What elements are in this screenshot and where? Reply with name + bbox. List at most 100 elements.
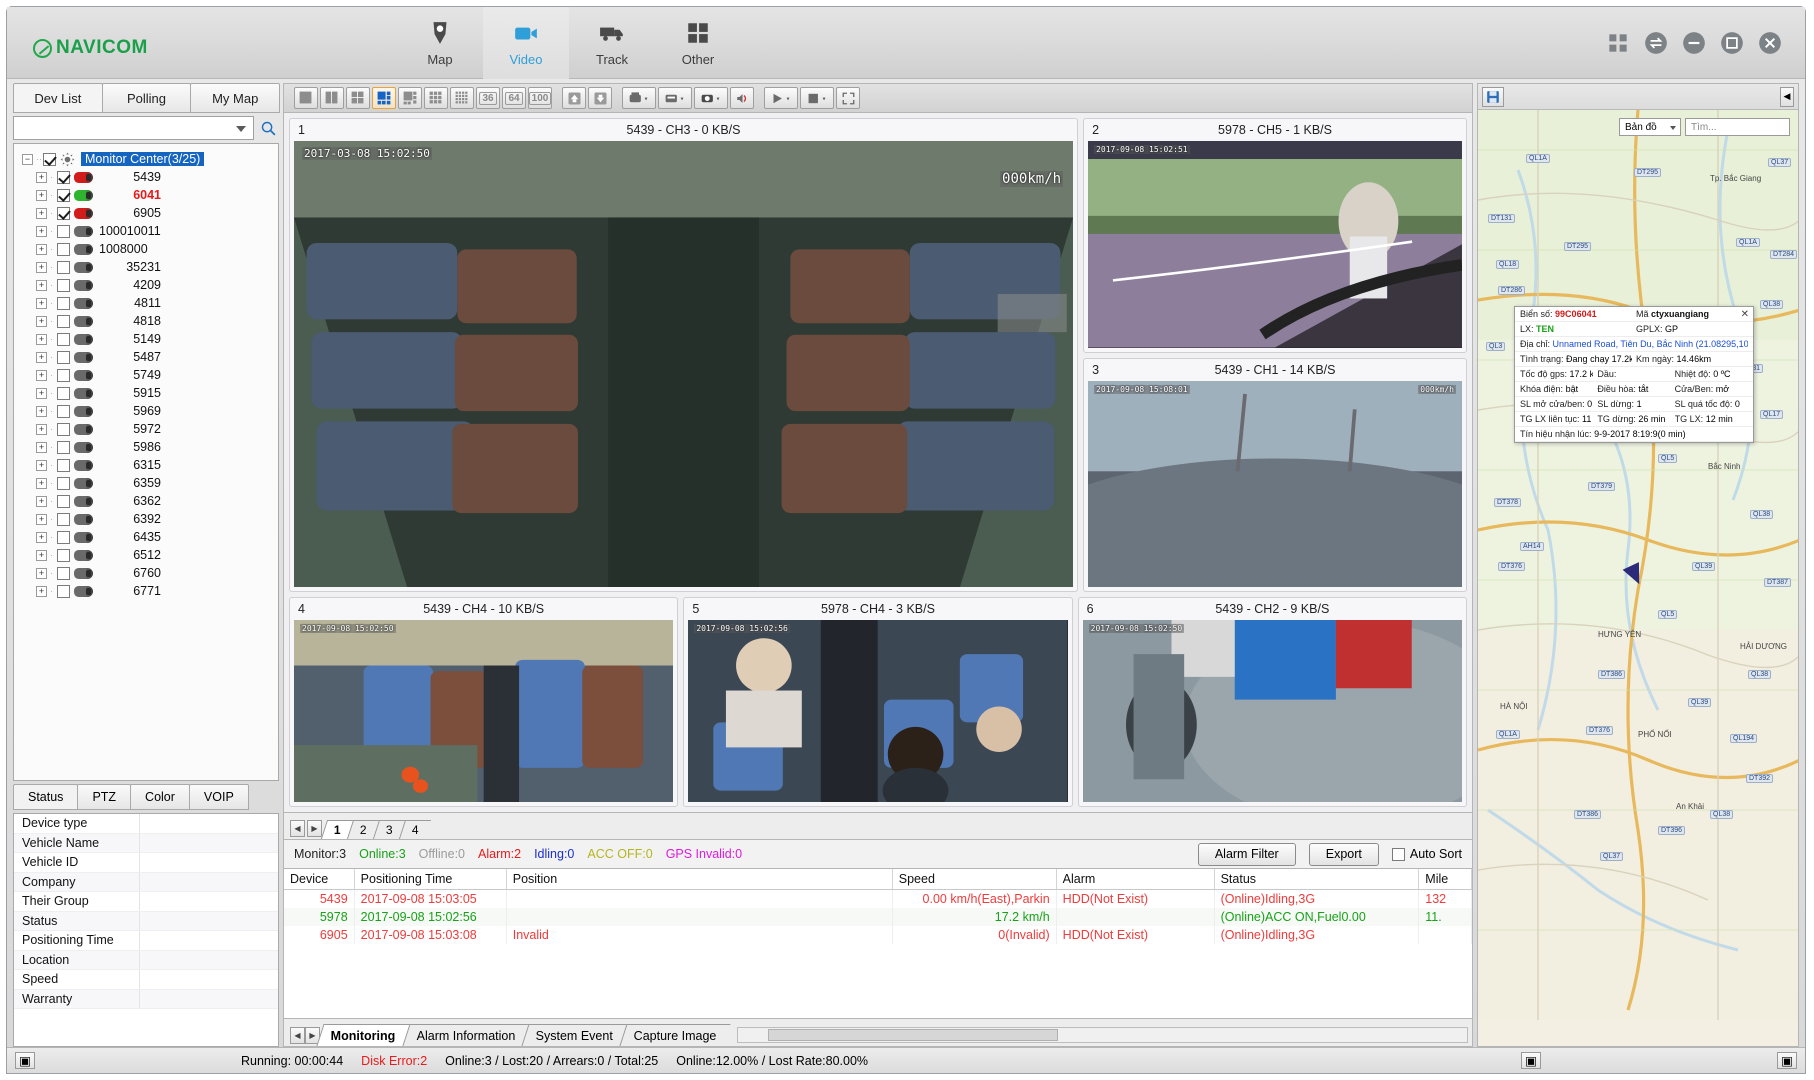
expand-icon[interactable]: + — [36, 298, 47, 309]
video-panel-4[interactable]: 4 5439 - CH4 - 10 KB/S — [289, 597, 678, 807]
table-col-alarm[interactable]: Alarm — [1056, 869, 1214, 890]
tree-item-checkbox[interactable] — [57, 387, 70, 400]
expand-icon[interactable]: + — [36, 316, 47, 327]
bottom-tab-system-event[interactable]: System Event — [522, 1024, 627, 1046]
tree-item-checkbox[interactable] — [57, 243, 70, 256]
tree-item-checkbox[interactable] — [57, 477, 70, 490]
layout-9-button[interactable] — [424, 87, 448, 109]
expand-icon[interactable]: + — [36, 496, 47, 507]
close-icon[interactable] — [1757, 30, 1783, 56]
tree-item-5972[interactable]: + · 5972 — [22, 420, 276, 438]
tree-item-6771[interactable]: + · 6771 — [22, 582, 276, 600]
video-panel-1[interactable]: 1 5439 - CH3 - 0 KB/S — [289, 118, 1078, 592]
save-icon[interactable] — [1482, 87, 1504, 107]
tree-item-6359[interactable]: + · 6359 — [22, 474, 276, 492]
tree-item-5439[interactable]: + · 5439 — [22, 168, 276, 186]
layout-64-button[interactable]: 64 — [502, 87, 526, 109]
snapshot-button[interactable] — [694, 87, 728, 109]
expand-icon[interactable]: + — [36, 370, 47, 381]
layout-8-button[interactable] — [398, 87, 422, 109]
expand-icon[interactable]: + — [36, 514, 47, 525]
tree-item-checkbox[interactable] — [57, 351, 70, 364]
video-panel-6[interactable]: 6 5439 - CH2 - 9 KB/S — [1078, 597, 1467, 807]
expand-icon[interactable]: + — [36, 280, 47, 291]
tree-item-checkbox[interactable] — [57, 171, 70, 184]
layout-1-button[interactable] — [294, 87, 318, 109]
chevron-down-icon[interactable] — [236, 126, 246, 132]
expand-icon[interactable]: + — [36, 424, 47, 435]
nav-tab-map[interactable]: Map — [397, 7, 483, 79]
tree-item-1008000[interactable]: + · 1008000 — [22, 240, 276, 258]
playback-button[interactable] — [658, 87, 692, 109]
footer-left-toggle-icon[interactable]: ▣ — [15, 1052, 35, 1069]
tree-item-checkbox[interactable] — [57, 549, 70, 562]
table-row[interactable]: 59782017-09-08 15:02:5617.2 km/h(Online)… — [284, 908, 1472, 926]
tree-item-checkbox[interactable] — [57, 225, 70, 238]
map-type-selector[interactable]: Bản đồ — [1619, 118, 1681, 136]
video-panel-1-stream[interactable]: 2017-03-08 15:02:50 000km/h — [294, 141, 1073, 587]
tree-item-checkbox[interactable] — [57, 207, 70, 220]
footer-right-toggle-icon[interactable]: ▣ — [1777, 1052, 1797, 1069]
minimize-icon[interactable] — [1681, 30, 1707, 56]
tree-item-checkbox[interactable] — [57, 333, 70, 346]
audio-button[interactable] — [730, 87, 754, 109]
bottom-tab-capture-image[interactable]: Capture Image — [620, 1024, 731, 1046]
tree-item-checkbox[interactable] — [57, 279, 70, 292]
video-panel-3[interactable]: 3 5439 - CH1 - 14 KB/S — [1083, 358, 1467, 593]
tree-root-row[interactable]: − ·· Monitor Center(3/25) — [22, 150, 276, 168]
video-panel-5[interactable]: 5 5978 - CH4 - 3 KB/S — [683, 597, 1072, 807]
nav-tab-video[interactable]: Video — [483, 7, 569, 79]
tree-item-5749[interactable]: + · 5749 — [22, 366, 276, 384]
search-icon[interactable] — [257, 117, 279, 139]
restore-icon[interactable] — [1719, 30, 1745, 56]
table-col-mile[interactable]: Mile — [1419, 869, 1472, 890]
tree-item-6362[interactable]: + · 6362 — [22, 492, 276, 510]
map-view[interactable]: Bản đồ Tìm... QL1ADT295QL37QL18DT286DT29… — [1478, 110, 1798, 1046]
tab-voip[interactable]: VOIP — [189, 784, 249, 810]
expand-icon[interactable]: + — [36, 406, 47, 417]
expand-icon[interactable]: + — [36, 208, 47, 219]
expand-icon[interactable]: + — [36, 334, 47, 345]
table-col-position[interactable]: Position — [506, 869, 892, 890]
scrollbar-thumb[interactable] — [768, 1029, 1058, 1041]
tree-item-checkbox[interactable] — [57, 441, 70, 454]
layout-16-button[interactable] — [450, 87, 474, 109]
table-row[interactable]: 69052017-09-08 15:03:08Invalid0(Invalid)… — [284, 926, 1472, 944]
tree-item-35231[interactable]: + · 35231 — [22, 258, 276, 276]
tree-item-checkbox[interactable] — [57, 423, 70, 436]
video-panel-5-stream[interactable]: 2017-09-08 15:02:56 — [688, 620, 1067, 802]
expand-icon[interactable]: + — [36, 442, 47, 453]
expand-icon[interactable]: + — [36, 388, 47, 399]
expand-icon[interactable]: + — [36, 460, 47, 471]
tree-item-4811[interactable]: + · 4811 — [22, 294, 276, 312]
tree-item-checkbox[interactable] — [57, 405, 70, 418]
nav-tab-other[interactable]: Other — [655, 7, 741, 79]
tab-ptz[interactable]: PTZ — [77, 784, 131, 810]
tree-item-6760[interactable]: + · 6760 — [22, 564, 276, 582]
tree-item-100010011[interactable]: + · 100010011 — [22, 222, 276, 240]
tree-item-checkbox[interactable] — [57, 189, 70, 202]
stop-button[interactable] — [800, 87, 834, 109]
bottom-tab-prev-icon[interactable]: ◀ — [290, 1027, 305, 1044]
auto-sort-toggle[interactable]: Auto Sort — [1392, 847, 1462, 861]
layout-100-button[interactable]: 100 — [528, 87, 552, 109]
expand-icon[interactable]: + — [36, 190, 47, 201]
bottom-tab-alarm-information[interactable]: Alarm Information — [402, 1024, 529, 1046]
tree-item-6392[interactable]: + · 6392 — [22, 510, 276, 528]
video-panel-2-stream[interactable]: 2017-09-08 15:02:51 — [1088, 141, 1462, 348]
video-panel-3-stream[interactable]: 2017-09-08 15:08:01 000km/h — [1088, 381, 1462, 588]
table-row[interactable]: 54392017-09-08 15:03:050.00 km/h(East),P… — [284, 890, 1472, 909]
tree-item-checkbox[interactable] — [57, 585, 70, 598]
tree-item-checkbox[interactable] — [57, 459, 70, 472]
tree-item-6315[interactable]: + · 6315 — [22, 456, 276, 474]
tab-dev-list[interactable]: Dev List — [13, 83, 103, 113]
layout-4-button[interactable] — [346, 87, 370, 109]
alarm-filter-button[interactable]: Alarm Filter — [1198, 843, 1296, 866]
video-panel-2[interactable]: 2 5978 - CH5 - 1 KB/S — [1083, 118, 1467, 353]
device-search-input[interactable] — [13, 116, 254, 140]
layout-2-button[interactable] — [320, 87, 344, 109]
tree-item-checkbox[interactable] — [57, 297, 70, 310]
footer-center-toggle-icon[interactable]: ▣ — [1521, 1052, 1541, 1069]
nav-tab-track[interactable]: Track — [569, 7, 655, 79]
tree-item-checkbox[interactable] — [57, 369, 70, 382]
